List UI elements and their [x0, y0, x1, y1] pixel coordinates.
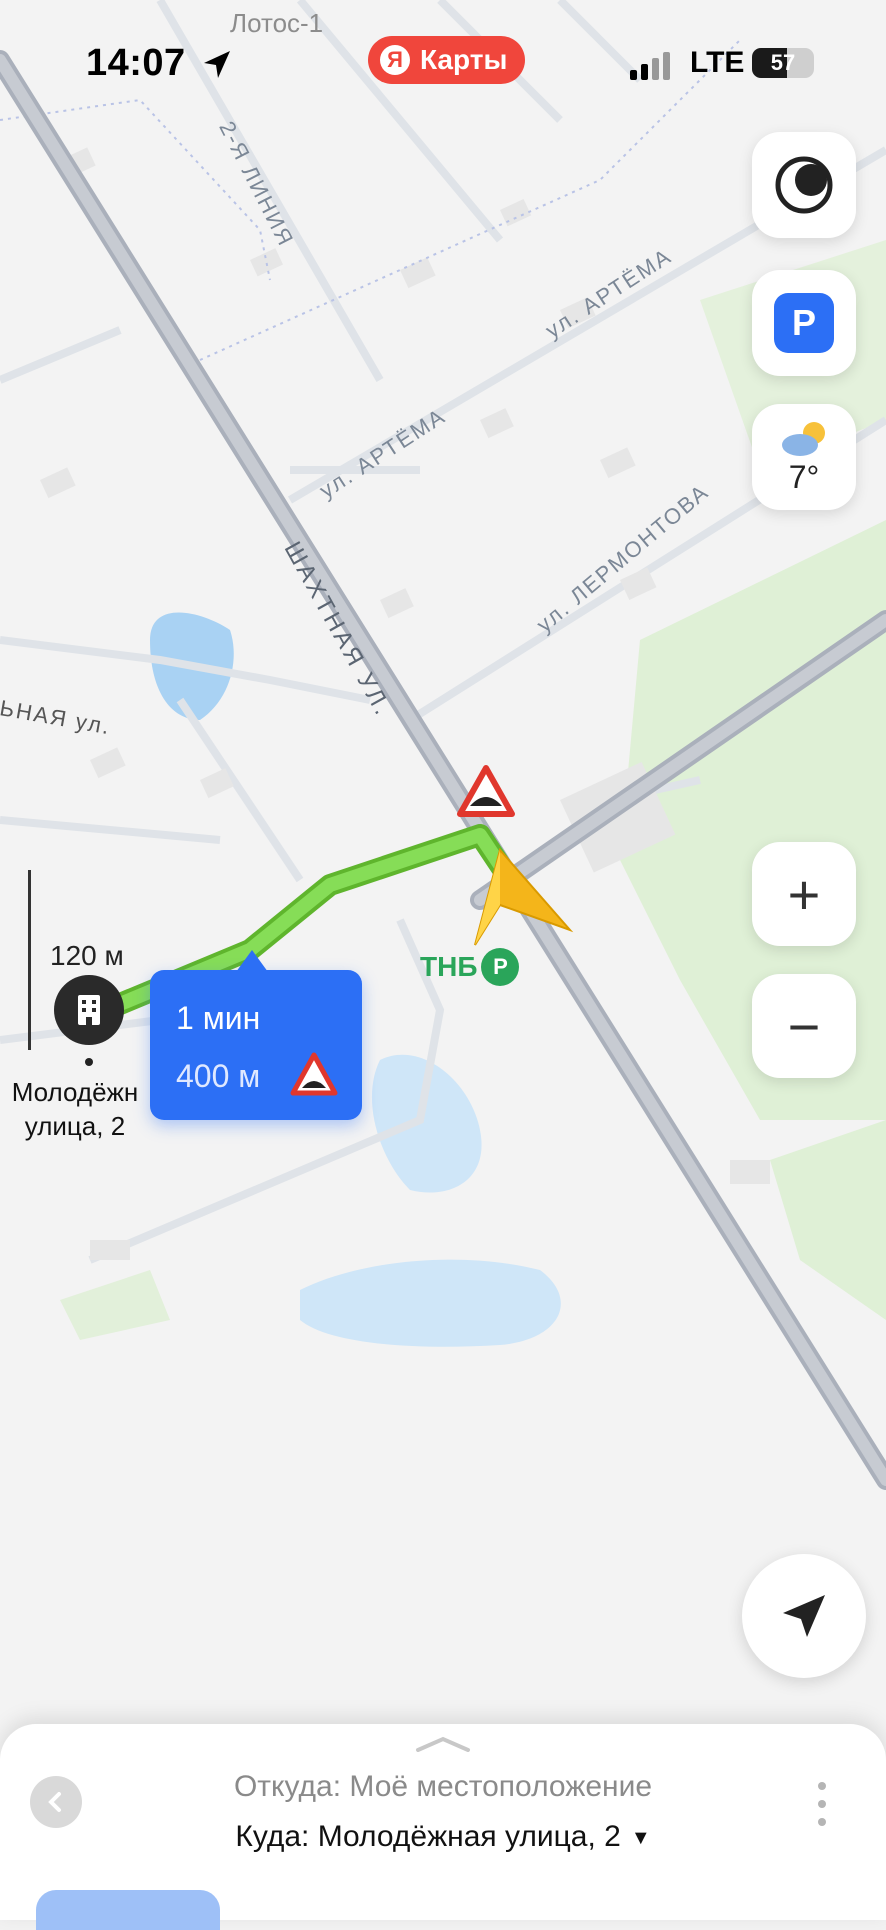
route-to-label: Куда: Молодёжная улица, 2 — [235, 1820, 621, 1853]
dropdown-caret-icon: ▼ — [630, 1826, 651, 1849]
go-button[interactable] — [36, 1890, 220, 1930]
network-type: LTE — [690, 46, 745, 79]
scale-label: 120 м — [50, 940, 124, 971]
bubble-pointer — [236, 950, 268, 972]
zoom-in-button[interactable]: + — [752, 842, 856, 946]
destination-pin-dot — [85, 1058, 93, 1066]
scale-bar — [28, 870, 31, 1050]
route-to[interactable]: Куда: Молодёжная улица, 2 ▼ — [0, 1820, 886, 1854]
more-dot — [818, 1782, 826, 1790]
my-location-button[interactable] — [742, 1554, 866, 1678]
more-dot — [818, 1800, 826, 1808]
status-time: 14:07 — [86, 42, 186, 84]
navigation-arrow-icon — [783, 1595, 825, 1637]
location-arrow-icon — [204, 51, 230, 78]
battery-icon: 57 — [752, 48, 814, 78]
zoom-out-button[interactable]: − — [752, 974, 856, 1078]
building-icon — [78, 995, 100, 1025]
minus-icon: − — [787, 994, 821, 1058]
signal-icon — [630, 52, 670, 80]
route-from[interactable]: Откуда: Моё местоположение — [0, 1770, 886, 1804]
route-info-bubble[interactable]: 1 мин 400 м — [150, 950, 362, 1120]
gas-station-poi[interactable]: ТНБ P — [420, 948, 520, 986]
yandex-logo-icon: Я — [380, 45, 410, 75]
alice-icon — [775, 156, 833, 214]
destination-pin[interactable] — [54, 975, 124, 1045]
route-time: 1 мин — [176, 1000, 261, 1036]
parking-button[interactable]: P — [752, 270, 856, 376]
weather-widget[interactable]: 7° — [752, 404, 856, 510]
more-dot — [818, 1818, 826, 1826]
app-badge[interactable]: Я Карты — [368, 36, 526, 84]
parking-icon: P — [774, 293, 834, 353]
app-name: Карты — [420, 44, 508, 75]
speed-bump-warning-icon — [290, 1052, 338, 1096]
top-place-label: Лотос-1 — [230, 8, 324, 38]
alice-button[interactable] — [752, 132, 856, 238]
battery-level: 57 — [770, 50, 796, 75]
plus-icon: + — [787, 862, 821, 926]
destination-label[interactable]: Молодёжн улица, 2 — [0, 1075, 150, 1143]
sheet-grabber-icon[interactable] — [414, 1736, 472, 1752]
gas-station-icon: P — [481, 948, 520, 986]
weather-temp: 7° — [788, 458, 820, 495]
route-distance: 400 м — [176, 1058, 261, 1094]
more-options-button[interactable] — [816, 1782, 828, 1826]
partly-cloudy-icon — [782, 421, 825, 456]
poi-name: ТНБ — [420, 951, 478, 982]
